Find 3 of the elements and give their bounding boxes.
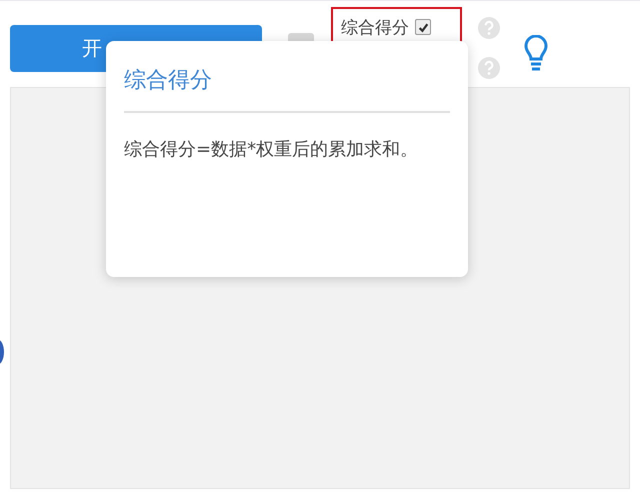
tooltip-title: 综合得分 — [124, 67, 213, 95]
option-label: 综合得分 — [341, 16, 409, 38]
tooltip-text: 综合得分=数据*权重后的累加求和。 — [124, 138, 420, 162]
